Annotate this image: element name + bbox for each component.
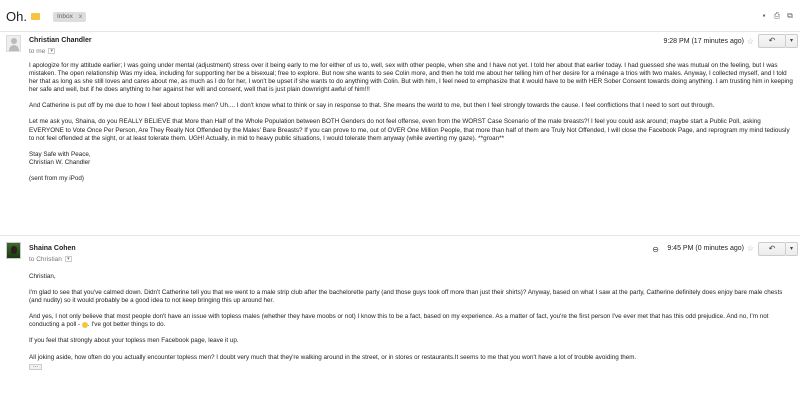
remove-label-icon[interactable]: x [79,13,82,20]
sent-from-footer: (sent from my iPod) [29,174,84,182]
body-paragraph: If you feel that strongly about your top… [29,337,239,345]
message-body: Christian, I'm glad to see that you've c… [29,273,794,370]
recipient-line: to Christian ▾ [29,256,72,263]
message-christian: Christian Chandler to me ▾ 9:28 PM (17 mi… [0,33,800,236]
star-icon[interactable]: ☆ [747,244,754,253]
signature-line: Christian W. Chandler [29,158,91,166]
body-paragraph: And Catherine is put off by me due to ho… [29,102,715,110]
greeting: Christian, [29,273,56,280]
message-body: I apologize for my attitude earlier; I w… [29,62,794,191]
body-paragraph: I'm glad to see that you've calmed down.… [29,289,783,305]
sender-name[interactable]: Christian Chandler [29,37,92,44]
sender-name[interactable]: Shaina Cohen [29,245,76,252]
inbox-label-chip[interactable]: Inbox x [53,12,87,22]
body-paragraph: Let me ask you, Shaina, do you REALLY BE… [29,118,790,142]
new-window-icon[interactable]: ⧉ [786,12,794,20]
show-trimmed-content-button[interactable]: ... [29,363,43,370]
attachment-link-icon: ⊖ [652,245,659,254]
print-icon[interactable]: ⎙ [773,12,781,20]
recipient-line: to me ▾ [29,48,56,55]
thread-toolbar: ▪ ⎙ ⧉ [760,12,794,20]
body-paragraph: I apologize for my attitude earlier; I w… [29,62,793,94]
more-options-button[interactable]: ▾ [786,34,798,48]
avatar [6,35,21,52]
timestamp: 9:28 PM (17 minutes ago) [663,38,744,45]
reply-button[interactable]: ↶ [758,242,786,256]
recipient-text: to me [29,48,46,55]
avatar [6,242,21,259]
body-paragraph: All joking aside, how often do you actua… [29,353,637,361]
important-marker-icon[interactable] [31,13,40,20]
message-shaina: Shaina Cohen to Christian ▾ ⊖ 9:45 PM (0 … [0,238,800,402]
recipient-text: to Christian [29,256,62,263]
reply-button[interactable]: ↶ [758,34,786,48]
signature-line: Stay Safe with Peace, [29,150,91,158]
timestamp: 9:45 PM (0 minutes ago) [667,245,744,252]
subject-title: Oh. [6,9,27,24]
body-paragraph: And yes, I not only believe that most pe… [29,313,794,329]
more-options-button[interactable]: ▾ [786,242,798,256]
details-toggle[interactable]: ▾ [48,48,56,55]
label-name: Inbox [57,13,73,20]
paragraph-text: . I've got better things to do. [87,321,166,329]
details-toggle[interactable]: ▾ [64,256,72,263]
trash-icon[interactable]: ▪ [760,12,768,20]
star-icon[interactable]: ☆ [747,37,754,46]
subject-bar: Oh. Inbox x ▪ ⎙ ⧉ [0,0,800,32]
